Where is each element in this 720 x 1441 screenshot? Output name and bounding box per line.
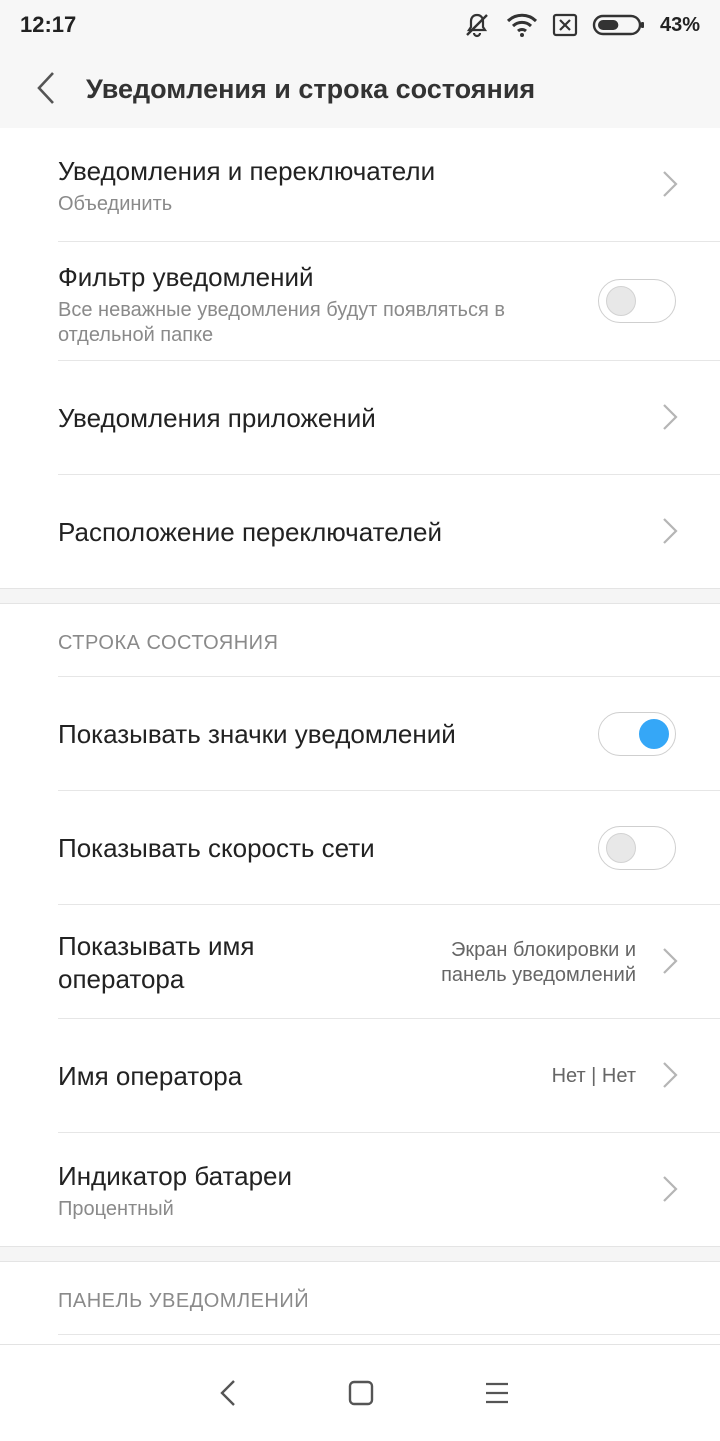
row-title: Показывать значки уведомлений xyxy=(58,719,456,749)
section-divider xyxy=(0,1246,720,1262)
row-title: Показывать скорость сети xyxy=(58,833,375,863)
nav-home-button[interactable] xyxy=(337,1369,385,1417)
row-subtitle-line2: отдельной папке xyxy=(58,324,214,346)
row-value-line1: Экран блокировки и xyxy=(451,939,636,961)
chevron-right-icon xyxy=(663,404,678,430)
menu-icon xyxy=(486,1382,508,1404)
row-show-notification-icons[interactable]: Показывать значки уведомлений xyxy=(58,677,720,791)
row-toggles-layout[interactable]: Расположение переключателей xyxy=(58,475,720,588)
home-icon xyxy=(348,1380,374,1406)
chevron-right-icon xyxy=(663,1062,678,1088)
row-notification-filter[interactable]: Фильтр уведомлений Все неважные уведомле… xyxy=(58,242,720,361)
section-status-bar: СТРОКА СОСТОЯНИЯ Показывать значки уведо… xyxy=(0,604,720,1246)
chevron-right-icon xyxy=(663,171,678,197)
page-title: Уведомления и строка состояния xyxy=(86,74,536,104)
section-header-label: ПАНЕЛЬ УВЕДОМЛЕНИЙ xyxy=(58,1290,310,1312)
notification-filter-toggle[interactable] xyxy=(598,279,676,323)
vibrate-off-icon xyxy=(466,13,488,38)
row-subtitle: Процентный xyxy=(58,1198,174,1220)
chevron-right-icon xyxy=(663,1176,678,1202)
row-title: Уведомления и переключатели xyxy=(58,156,436,186)
back-button[interactable] xyxy=(26,68,66,108)
toggle-knob xyxy=(639,719,669,749)
section-divider xyxy=(0,588,720,604)
sim-x-icon xyxy=(552,13,578,37)
chevron-left-icon xyxy=(37,72,54,104)
row-carrier-name[interactable]: Имя оператора Нет | Нет xyxy=(58,1019,720,1133)
back-icon xyxy=(220,1380,235,1406)
row-title: Расположение переключателей xyxy=(58,517,442,547)
row-battery-indicator[interactable]: Индикатор батареи Процентный xyxy=(58,1133,720,1246)
row-title: Фильтр уведомлений xyxy=(58,262,314,292)
navigation-bar xyxy=(0,1344,720,1441)
row-value-line2: панель уведомлений xyxy=(441,964,636,986)
nav-back-button[interactable] xyxy=(204,1369,252,1417)
app-header: Уведомления и строка состояния xyxy=(0,50,720,129)
row-title: Индикатор батареи xyxy=(58,1161,293,1191)
row-title-line2: оператора xyxy=(58,964,185,994)
row-show-network-speed[interactable]: Показывать скорость сети xyxy=(58,791,720,905)
row-value: Нет | Нет xyxy=(551,1065,636,1087)
nav-menu-button[interactable] xyxy=(473,1369,521,1417)
status-time: 12:17 xyxy=(20,12,77,37)
wifi-icon xyxy=(506,13,538,37)
row-notifications-and-toggles[interactable]: Уведомления и переключатели Объединить xyxy=(58,128,720,242)
section-header: ПАНЕЛЬ УВЕДОМЛЕНИЙ xyxy=(58,1262,720,1335)
show-notification-icons-toggle[interactable] xyxy=(598,712,676,756)
settings-list[interactable]: Уведомления и переключатели Объединить Ф… xyxy=(0,128,720,1344)
row-app-notifications[interactable]: Уведомления приложений xyxy=(58,361,720,475)
section-notification-panel: ПАНЕЛЬ УВЕДОМЛЕНИЙ xyxy=(0,1262,720,1344)
section-header: СТРОКА СОСТОЯНИЯ xyxy=(58,604,720,677)
toggle-knob xyxy=(606,286,636,316)
chevron-right-icon xyxy=(663,948,678,974)
section-notifications: Уведомления и переключатели Объединить Ф… xyxy=(0,128,720,588)
status-icons: 43% xyxy=(462,10,700,40)
chevron-right-icon xyxy=(663,518,678,544)
battery-icon xyxy=(592,14,644,36)
row-title: Имя оператора xyxy=(58,1061,243,1091)
row-title: Уведомления приложений xyxy=(58,403,376,433)
battery-percent: 43% xyxy=(659,13,700,36)
row-show-carrier-name[interactable]: Показывать имя оператора Экран блокировк… xyxy=(58,905,720,1019)
show-network-speed-toggle[interactable] xyxy=(598,826,676,870)
section-header-label: СТРОКА СОСТОЯНИЯ xyxy=(58,632,279,654)
row-subtitle: Объединить xyxy=(58,193,173,215)
row-subtitle-line1: Все неважные уведомления будут появлятьс… xyxy=(58,299,505,321)
row-title-line1: Показывать имя xyxy=(58,931,255,961)
status-bar: 12:17 43% xyxy=(0,0,720,50)
toggle-knob xyxy=(606,833,636,863)
